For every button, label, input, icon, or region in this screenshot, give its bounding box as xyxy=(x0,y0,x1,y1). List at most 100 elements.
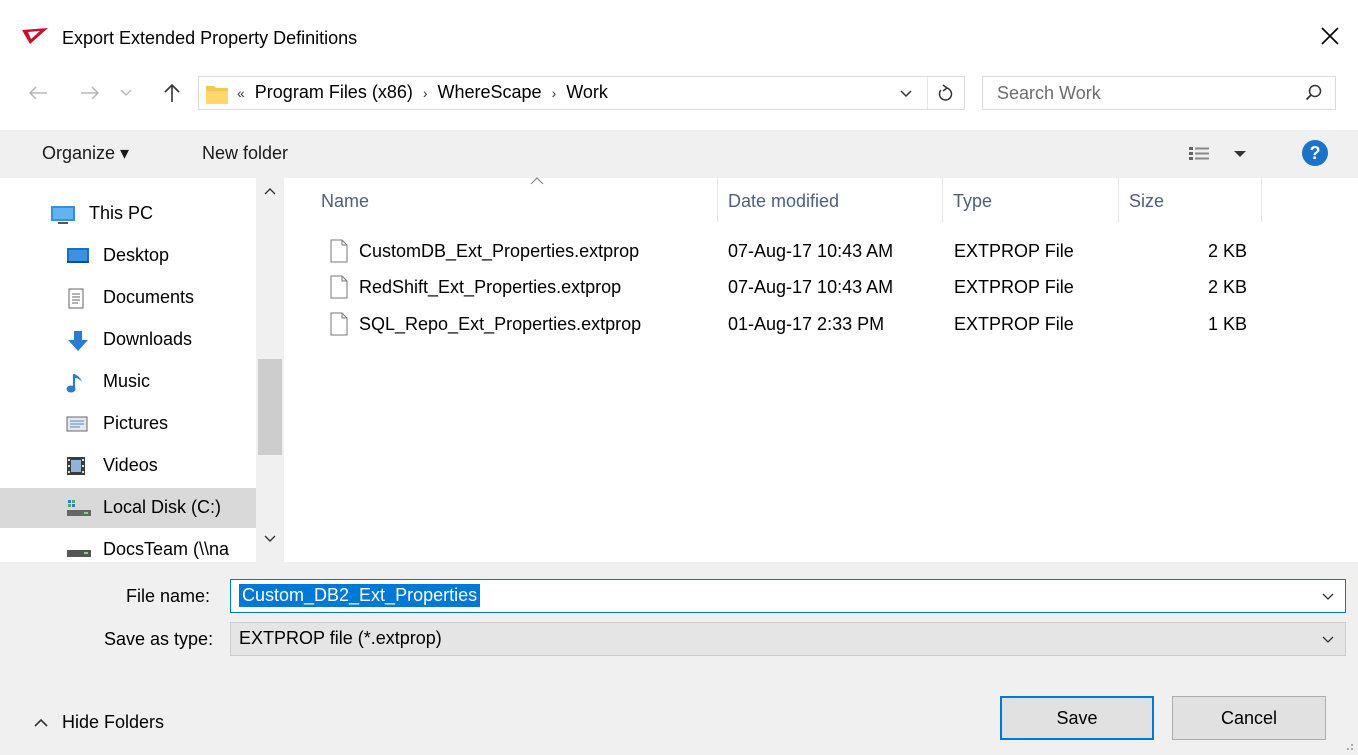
address-bar[interactable]: « Program Files (x86) › WhereScape › Wor… xyxy=(198,76,965,110)
file-row[interactable]: RedShift_Ext_Properties.extprop 07-Aug-1… xyxy=(320,271,1260,307)
chevron-down-icon xyxy=(264,535,276,542)
file-row[interactable]: CustomDB_Ext_Properties.extprop 07-Aug-1… xyxy=(320,235,1260,271)
file-name-dropdown-button[interactable] xyxy=(1321,588,1335,609)
hide-folders-button[interactable]: Hide Folders xyxy=(34,712,164,733)
network-drive-icon xyxy=(66,540,91,560)
nav-item-music[interactable]: Music xyxy=(0,362,256,402)
nav-item-videos[interactable]: Videos xyxy=(0,446,256,486)
new-folder-button[interactable]: New folder xyxy=(202,143,288,164)
sort-ascending-icon xyxy=(530,177,544,185)
breadcrumb-separator-icon: › xyxy=(422,84,428,101)
desktop-icon xyxy=(66,246,89,266)
chevron-down-icon xyxy=(900,90,912,98)
chevron-down-icon xyxy=(1322,636,1334,643)
file-size: 2 KB xyxy=(1208,277,1248,297)
column-header-date-modified[interactable]: Date modified xyxy=(718,178,943,222)
cancel-button[interactable]: Cancel xyxy=(1172,696,1326,740)
nav-item-documents[interactable]: Documents xyxy=(0,278,256,318)
scroll-up-button[interactable] xyxy=(256,180,284,202)
nav-pane-scrollbar[interactable] xyxy=(256,178,284,562)
save-as-type-dropdown-button[interactable] xyxy=(1321,631,1335,652)
nav-item-this-pc[interactable]: This PC xyxy=(0,194,256,234)
file-name: CustomDB_Ext_Properties.extprop xyxy=(359,241,640,261)
file-size: 1 KB xyxy=(1208,314,1248,334)
address-dropdown-button[interactable] xyxy=(899,83,913,108)
file-type: EXTPROP File xyxy=(954,241,1074,261)
breadcrumb-overflow[interactable]: « xyxy=(237,85,245,101)
resize-grip-icon[interactable] xyxy=(1342,739,1354,751)
back-button[interactable] xyxy=(24,76,52,110)
breadcrumb-item-program-files[interactable]: Program Files (x86) xyxy=(255,82,413,103)
save-as-type-label: Save as type: xyxy=(104,629,214,649)
breadcrumb-item-work[interactable]: Work xyxy=(566,82,608,103)
file-name: SQL_Repo_Ext_Properties.extprop xyxy=(359,314,642,334)
view-options-button[interactable] xyxy=(1188,146,1248,167)
up-button[interactable] xyxy=(158,76,186,110)
scroll-down-button[interactable] xyxy=(256,528,284,550)
column-header-type[interactable]: Type xyxy=(943,178,1119,222)
file-size: 2 KB xyxy=(1208,241,1248,261)
file-icon xyxy=(330,239,348,263)
navigation-pane: This PC Desktop Documents Downloads Musi… xyxy=(0,178,285,562)
chevron-up-icon xyxy=(264,188,276,195)
help-icon[interactable]: ? xyxy=(1302,140,1328,166)
column-header-label: Size xyxy=(1129,191,1165,211)
pictures-icon xyxy=(66,414,88,434)
search-input[interactable] xyxy=(983,77,1283,109)
column-header-name[interactable]: Name xyxy=(311,177,718,222)
nav-item-pictures[interactable]: Pictures xyxy=(0,404,256,444)
downloads-icon xyxy=(66,330,88,351)
file-type: EXTPROP File xyxy=(954,277,1074,297)
chevron-down-icon xyxy=(1322,593,1334,600)
nav-item-label: Local Disk (C:) xyxy=(103,497,222,517)
nav-item-label: Downloads xyxy=(103,329,193,349)
nav-item-label: Pictures xyxy=(103,413,169,433)
save-options-panel: File name: Custom_DB2_Ext_Properties Sav… xyxy=(0,562,1358,755)
save-as-type-select[interactable]: EXTPROP file (*.extprop) xyxy=(230,622,1346,656)
close-button[interactable] xyxy=(1308,16,1352,56)
back-arrow-icon xyxy=(28,86,47,100)
nav-item-local-disk[interactable]: Local Disk (C:) xyxy=(0,488,256,528)
folder-icon xyxy=(205,83,229,110)
chevron-up-icon xyxy=(34,718,48,727)
file-icon xyxy=(330,275,348,299)
nav-item-docsteam[interactable]: DocsTeam (\\na xyxy=(0,530,256,562)
drive-icon xyxy=(66,498,91,518)
file-date: 07-Aug-17 10:43 AM xyxy=(728,241,894,261)
recent-locations-button[interactable] xyxy=(116,76,136,110)
hide-folders-label: Hide Folders xyxy=(62,712,165,732)
organize-menu-button[interactable]: Organize ▾ xyxy=(42,143,129,164)
nav-item-desktop[interactable]: Desktop xyxy=(0,236,256,276)
nav-item-label: Desktop xyxy=(103,245,170,265)
nav-item-label: This PC xyxy=(89,203,154,223)
chevron-down-icon xyxy=(120,89,132,96)
file-name: RedShift_Ext_Properties.extprop xyxy=(359,277,622,297)
nav-item-downloads[interactable]: Downloads xyxy=(0,320,256,360)
nav-item-label: DocsTeam (\\na xyxy=(103,539,230,559)
documents-icon xyxy=(66,288,88,309)
search-icon[interactable] xyxy=(1305,83,1323,106)
column-header-size[interactable]: Size xyxy=(1119,178,1262,222)
forward-arrow-icon xyxy=(81,86,100,100)
view-details-icon xyxy=(1189,147,1246,160)
wherescape-app-icon xyxy=(20,26,50,51)
command-bar: Organize ▾ New folder ? xyxy=(0,130,1358,178)
file-name-value: Custom_DB2_Ext_Properties xyxy=(239,584,481,607)
nav-item-label: Videos xyxy=(103,455,158,475)
forward-button[interactable] xyxy=(76,76,104,110)
file-date: 07-Aug-17 10:43 AM xyxy=(728,277,894,297)
save-button[interactable]: Save xyxy=(1000,696,1154,740)
refresh-button[interactable] xyxy=(927,77,963,109)
videos-icon xyxy=(66,456,88,476)
scroll-thumb[interactable] xyxy=(258,359,282,455)
title-bar: Export Extended Property Definitions xyxy=(0,0,1358,76)
column-header-label: Name xyxy=(321,191,370,211)
navigation-bar: « Program Files (x86) › WhereScape › Wor… xyxy=(0,76,1358,110)
computer-icon xyxy=(50,204,75,224)
file-date: 01-Aug-17 2:33 PM xyxy=(728,314,885,334)
file-name-field[interactable]: Custom_DB2_Ext_Properties xyxy=(230,579,1346,613)
up-arrow-icon xyxy=(164,83,180,102)
breadcrumb-item-wherescape[interactable]: WhereScape xyxy=(438,82,542,103)
breadcrumb: « Program Files (x86) › WhereScape › Wor… xyxy=(237,82,608,103)
file-row[interactable]: SQL_Repo_Ext_Properties.extprop 01-Aug-1… xyxy=(320,308,1260,344)
